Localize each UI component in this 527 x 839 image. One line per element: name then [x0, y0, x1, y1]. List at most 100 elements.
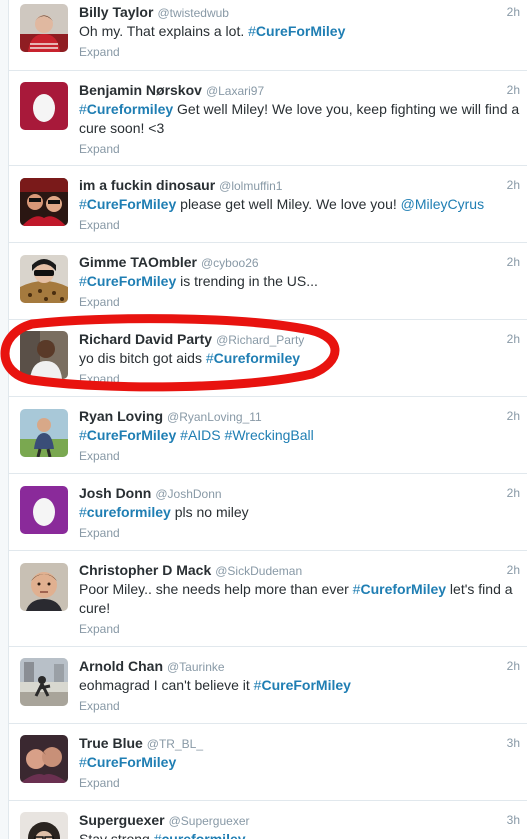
- tweet-timestamp[interactable]: 3h: [507, 810, 520, 830]
- avatar[interactable]: [20, 658, 68, 706]
- tweet-username[interactable]: @Superguexer: [169, 814, 250, 828]
- tweet-username[interactable]: @Richard_Party: [216, 333, 304, 347]
- avatar[interactable]: [20, 4, 68, 52]
- tweet-item[interactable]: im a fuckin dinosaur @lolmuffin1 2h #Cure…: [9, 166, 527, 243]
- hashtag-link[interactable]: #CureForMiley: [248, 23, 345, 39]
- tweet-fullname[interactable]: Josh Donn: [79, 485, 151, 501]
- tweet-item[interactable]: True Blue @TR_BL_ 3h #CureForMiley Expand: [9, 724, 527, 801]
- tweet-text: yo dis bitch got aids #Cureformiley: [79, 349, 520, 368]
- text-segment: eohmagrad I can't believe it: [79, 677, 254, 693]
- tweet-username[interactable]: @lolmuffin1: [219, 179, 282, 193]
- tweet-timestamp[interactable]: 2h: [507, 560, 520, 580]
- expand-link[interactable]: Expand: [79, 448, 120, 464]
- tweet-fullname[interactable]: Gimme TAOmbler: [79, 254, 197, 270]
- avatar[interactable]: [20, 178, 68, 226]
- hashtag-link[interactable]: #CureForMiley: [79, 427, 176, 443]
- expand-link[interactable]: Expand: [79, 775, 120, 791]
- text-segment: Poor Miley.. she needs help more than ev…: [79, 581, 353, 597]
- text-segment: Oh my. That explains a lot.: [79, 23, 249, 39]
- expand-link[interactable]: Expand: [79, 698, 120, 714]
- hashtag-link[interactable]: #WreckingBall: [225, 427, 314, 443]
- avatar[interactable]: [20, 735, 68, 783]
- tweet-timestamp[interactable]: 2h: [507, 483, 520, 503]
- expand-link[interactable]: Expand: [79, 371, 120, 387]
- tweet-text: #CureForMiley #AIDS #WreckingBall: [79, 426, 520, 445]
- avatar[interactable]: [20, 82, 68, 130]
- expand-link[interactable]: Expand: [79, 525, 120, 541]
- hashtag-link[interactable]: #AIDS: [180, 427, 220, 443]
- tweet-item[interactable]: Ryan Loving @RyanLoving_11 2h #CureForMil…: [9, 397, 527, 474]
- default-egg-icon: [20, 82, 68, 130]
- tweet-fullname[interactable]: Billy Taylor: [79, 4, 153, 20]
- tweet-text: #CureForMiley please get well Miley. We …: [79, 195, 520, 214]
- tweet-timestamp[interactable]: 2h: [507, 80, 520, 100]
- mention-link[interactable]: @MileyCyrus: [401, 196, 484, 212]
- tweet-text: Stay strong #cureformiley: [79, 830, 520, 839]
- text-segment: please get well Miley. We love you!: [176, 196, 401, 212]
- tweet-text: Oh my. That explains a lot. #CureForMile…: [79, 22, 520, 41]
- hashtag-link[interactable]: #CureforMiley: [353, 581, 446, 597]
- tweet-timestamp[interactable]: 2h: [507, 2, 520, 22]
- tweet-timestamp[interactable]: 3h: [507, 733, 520, 753]
- tweet-text: Poor Miley.. she needs help more than ev…: [79, 580, 520, 618]
- text-segment: pls no miley: [170, 504, 249, 520]
- tweet-item[interactable]: Josh Donn @JoshDonn 2h #cureformiley pls …: [9, 474, 527, 551]
- avatar[interactable]: [20, 331, 68, 379]
- tweet-item[interactable]: Gimme TAOmbler @cyboo26 2h #CureForMiley …: [9, 243, 527, 320]
- hashtag-link[interactable]: #CureForMiley: [254, 677, 351, 693]
- avatar[interactable]: [20, 563, 68, 611]
- text-segment: is trending in the US...: [176, 273, 318, 289]
- tweet-username[interactable]: @twistedwub: [157, 6, 229, 20]
- tweet-text: #CureForMiley: [79, 753, 520, 772]
- tweet-fullname[interactable]: Richard David Party: [79, 331, 212, 347]
- tweet-timestamp[interactable]: 2h: [507, 406, 520, 426]
- tweet-fullname[interactable]: Benjamin Nørskov: [79, 82, 202, 98]
- text-segment: yo dis bitch got aids: [79, 350, 206, 366]
- tweet-username[interactable]: @Taurinke: [167, 660, 225, 674]
- tweet-fullname[interactable]: im a fuckin dinosaur: [79, 177, 215, 193]
- tweet-timestamp[interactable]: 2h: [507, 329, 520, 349]
- tweet-username[interactable]: @Laxari97: [206, 84, 264, 98]
- hashtag-link[interactable]: #Cureformiley: [206, 350, 300, 366]
- tweet-fullname[interactable]: Superguexer: [79, 812, 165, 828]
- tweet-stream: Billy Taylor @twistedwub 2h Oh my. That e…: [8, 0, 527, 839]
- tweet-text: #cureformiley pls no miley: [79, 503, 520, 522]
- tweet-text: #Cureformiley Get well Miley! We love yo…: [79, 100, 520, 138]
- tweet-item[interactable]: Benjamin Nørskov @Laxari97 2h #Cureformil…: [9, 71, 527, 166]
- expand-link[interactable]: Expand: [79, 621, 120, 637]
- tweet-item[interactable]: Superguexer @Superguexer 3h Stay strong #…: [9, 801, 527, 839]
- tweet-fullname[interactable]: Arnold Chan: [79, 658, 163, 674]
- tweet-text: eohmagrad I can't believe it #CureForMil…: [79, 676, 520, 695]
- expand-link[interactable]: Expand: [79, 294, 120, 310]
- tweet-username[interactable]: @RyanLoving_11: [167, 410, 262, 424]
- hashtag-link[interactable]: #CureForMiley: [79, 754, 176, 770]
- avatar[interactable]: [20, 255, 68, 303]
- expand-link[interactable]: Expand: [79, 141, 120, 157]
- expand-link[interactable]: Expand: [79, 217, 120, 233]
- tweet-username[interactable]: @SickDudeman: [215, 564, 302, 578]
- hashtag-link[interactable]: #cureformiley: [154, 831, 246, 839]
- tweet-username[interactable]: @cyboo26: [201, 256, 259, 270]
- hashtag-link[interactable]: #cureformiley: [79, 504, 171, 520]
- expand-link[interactable]: Expand: [79, 44, 120, 60]
- tweet-fullname[interactable]: True Blue: [79, 735, 143, 751]
- tweet-item[interactable]: Christopher D Mack @SickDudeman 2h Poor M…: [9, 551, 527, 647]
- tweet-item[interactable]: Arnold Chan @Taurinke 2h eohmagrad I can'…: [9, 647, 527, 724]
- tweet-timestamp[interactable]: 2h: [507, 252, 520, 272]
- hashtag-link[interactable]: #CureForMiley: [79, 273, 176, 289]
- tweet-username[interactable]: @JoshDonn: [155, 487, 221, 501]
- tweet-timestamp[interactable]: 2h: [507, 656, 520, 676]
- avatar[interactable]: [20, 812, 68, 839]
- avatar[interactable]: [20, 486, 68, 534]
- hashtag-link[interactable]: #Cureformiley: [79, 101, 173, 117]
- text-segment: Stay strong: [79, 831, 154, 839]
- tweet-timestamp[interactable]: 2h: [507, 175, 520, 195]
- tweet-username[interactable]: @TR_BL_: [147, 737, 203, 751]
- avatar[interactable]: [20, 409, 68, 457]
- hashtag-link[interactable]: #CureForMiley: [79, 196, 176, 212]
- tweet-item[interactable]: Richard David Party @Richard_Party 2h yo …: [9, 320, 527, 397]
- tweet-text: #CureForMiley is trending in the US...: [79, 272, 520, 291]
- tweet-item[interactable]: Billy Taylor @twistedwub 2h Oh my. That e…: [9, 0, 527, 71]
- tweet-fullname[interactable]: Christopher D Mack: [79, 562, 211, 578]
- tweet-fullname[interactable]: Ryan Loving: [79, 408, 163, 424]
